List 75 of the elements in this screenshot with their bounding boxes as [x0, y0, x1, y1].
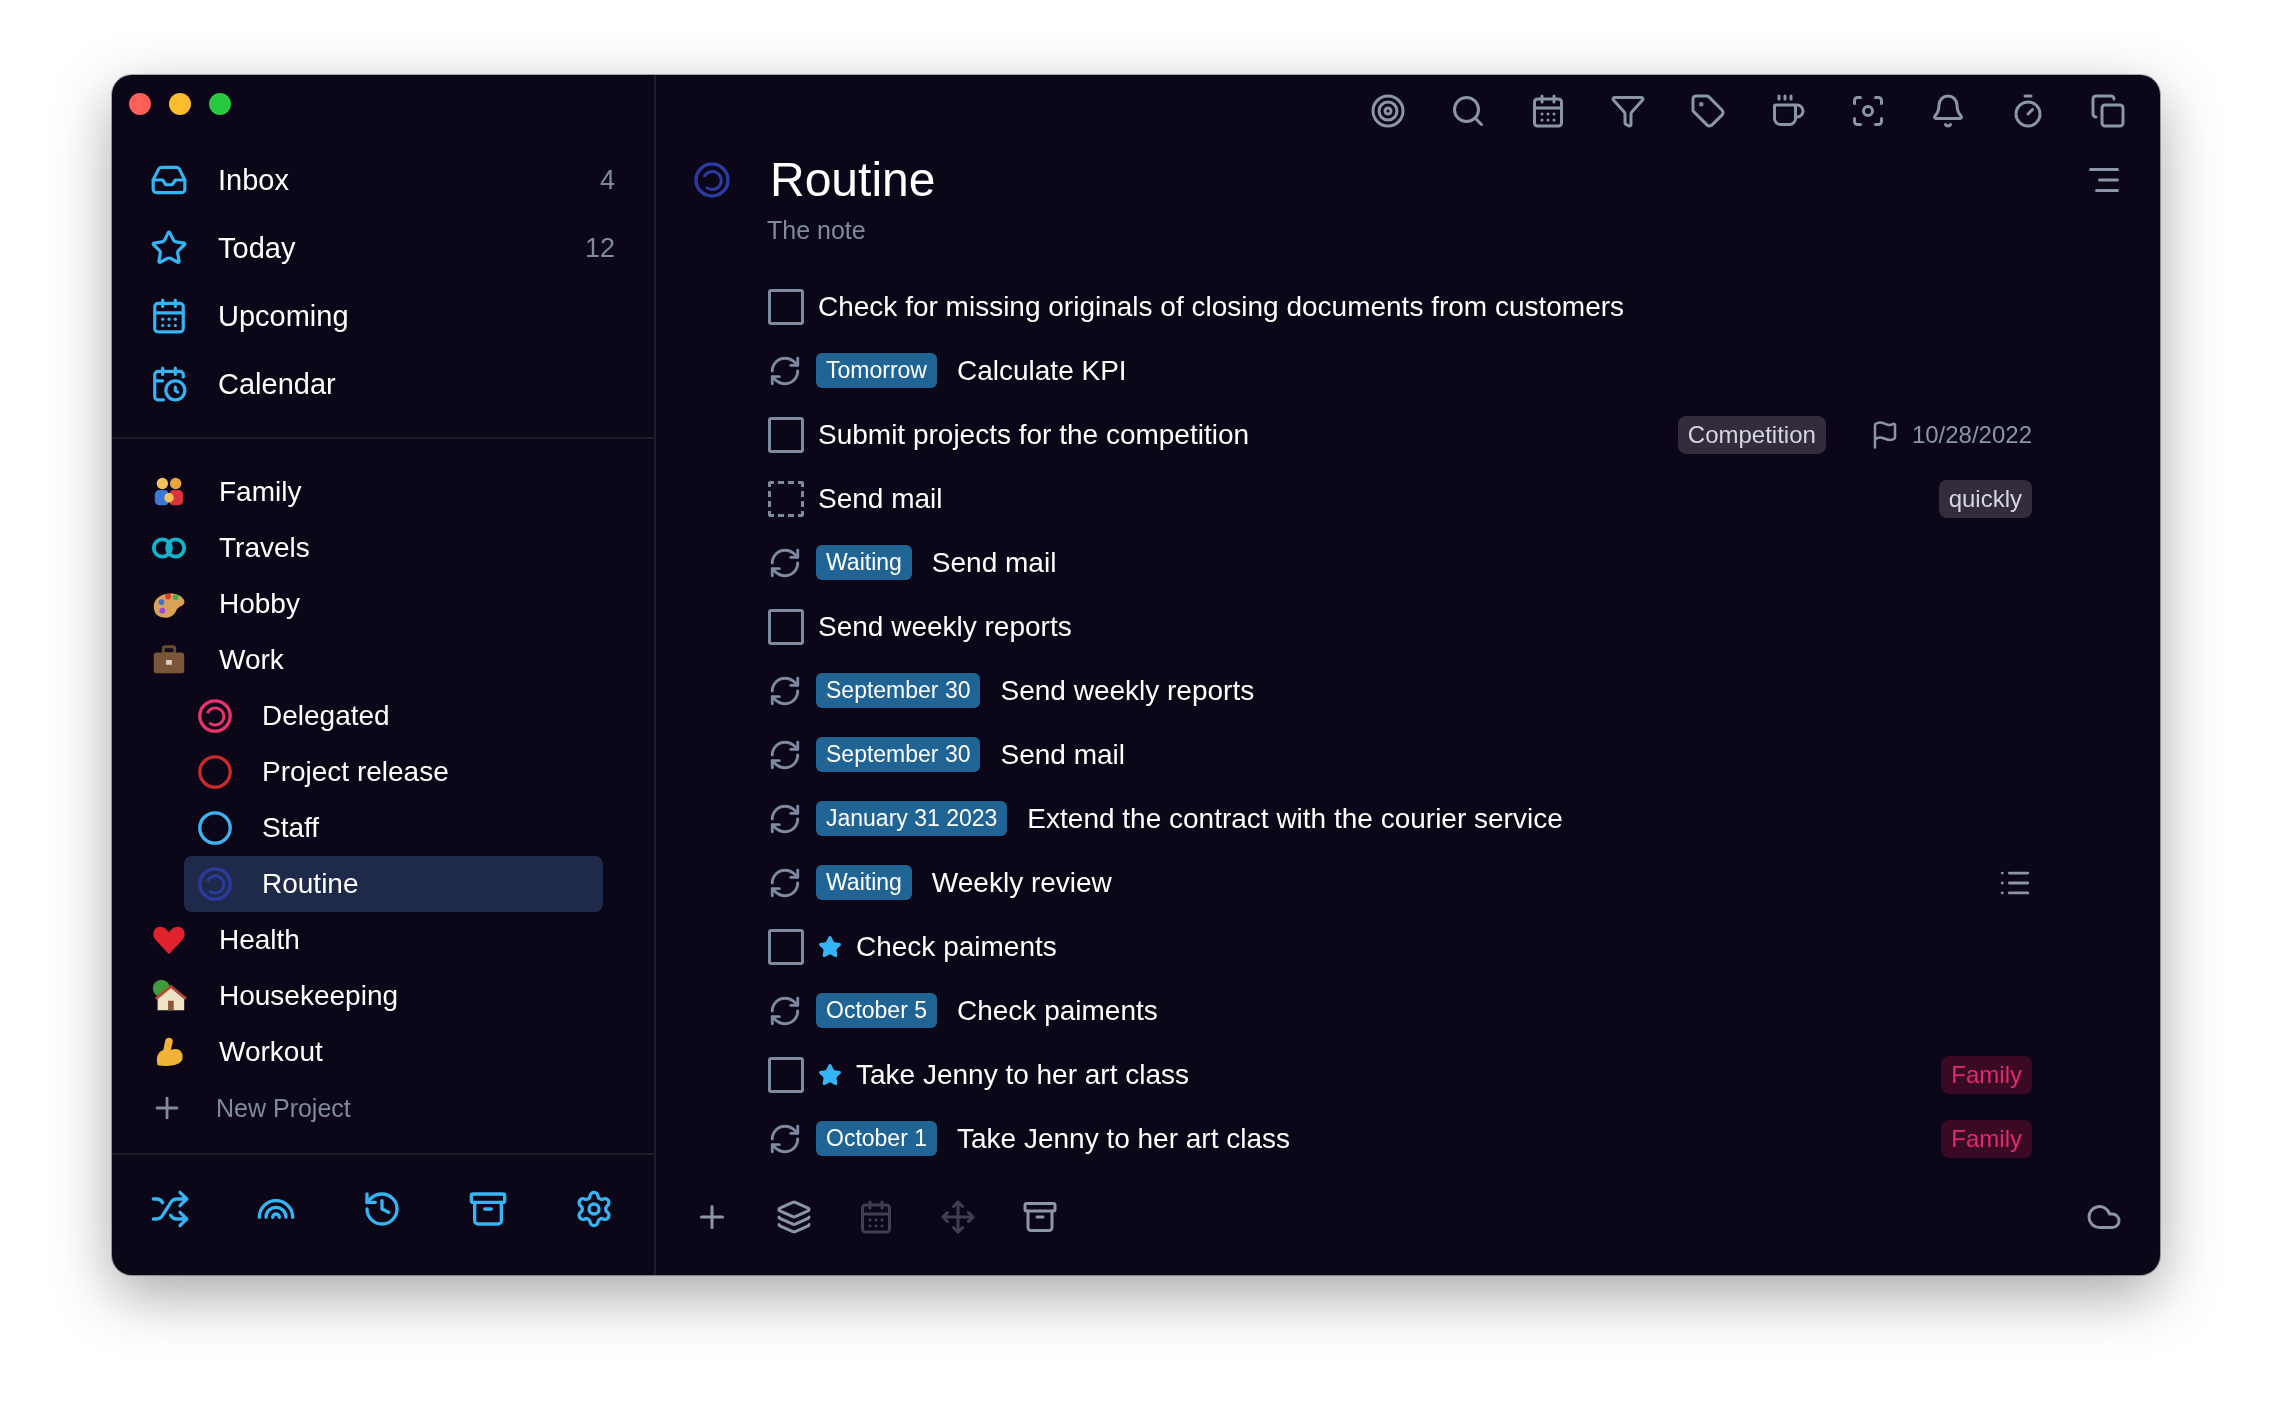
subproject-item[interactable]: Routine [184, 856, 603, 912]
calendar-clock-icon [150, 365, 188, 403]
project-note: The note [766, 214, 867, 246]
task-title[interactable]: Check paiments [957, 994, 1158, 1027]
task-title[interactable]: Send mail [818, 482, 943, 515]
date-badge: September 30 [816, 737, 981, 773]
nav-label: Today [218, 231, 297, 265]
subproject-item[interactable]: Delegated [184, 688, 603, 744]
project-item[interactable]: Travels [112, 520, 654, 576]
bell-icon[interactable] [1930, 93, 1966, 130]
project-item[interactable]: Workout [112, 1024, 654, 1080]
nav-label: Upcoming [218, 299, 350, 333]
nav-item[interactable]: Today 12 [112, 214, 654, 282]
item-count: 4 [599, 164, 615, 196]
star-icon [150, 229, 188, 267]
task-title[interactable]: Take Jenny to her art class [957, 1122, 1291, 1155]
project-item[interactable]: Housekeeping [112, 968, 654, 1024]
tag-chip[interactable]: Family [1941, 1055, 2032, 1094]
layers-icon[interactable] [776, 1198, 812, 1235]
minimize-button[interactable] [169, 93, 191, 115]
date-badge: Waiting [816, 865, 912, 901]
project-title: Routine [770, 152, 937, 207]
task-checkbox[interactable] [768, 288, 804, 325]
calendar-grid-icon [150, 297, 188, 335]
task-checkbox[interactable] [768, 608, 804, 645]
task-checkbox[interactable] [768, 928, 804, 965]
calendar-icon[interactable] [1530, 93, 1566, 130]
project-item[interactable]: Work [112, 632, 654, 688]
copy-icon[interactable] [2090, 93, 2126, 130]
task-checkbox[interactable] [768, 480, 804, 517]
date-badge: Tomorrow [816, 353, 937, 389]
date-badge: October 1 [816, 1121, 937, 1157]
task-title[interactable]: Submit projects for the competition [818, 418, 1250, 451]
date-badge: Waiting [816, 545, 912, 581]
date-badge: October 5 [816, 993, 937, 1029]
task-title[interactable]: Check paiments [856, 930, 1057, 963]
nav-item[interactable]: Upcoming [112, 282, 654, 350]
task-checkbox[interactable] [768, 1056, 804, 1093]
nav-item[interactable]: Inbox 4 [112, 146, 654, 214]
task-title[interactable]: Check for missing originals of closing documents from customers [818, 290, 1625, 323]
task-title[interactable]: Calculate KPI [956, 354, 1127, 387]
filter-icon[interactable] [1610, 93, 1646, 130]
project-item[interactable]: Health [112, 912, 654, 968]
subproject-item[interactable]: Staff [184, 800, 603, 856]
tag-icon[interactable] [1690, 93, 1726, 130]
task-title[interactable]: Weekly review [931, 866, 1112, 899]
nav-item[interactable]: Calendar [112, 350, 654, 418]
history-icon[interactable] [362, 1189, 402, 1229]
date-badge: January 31 2023 [816, 801, 1008, 837]
task-title[interactable]: Send weekly reports [818, 610, 1072, 643]
project-item[interactable]: Family [112, 464, 654, 520]
task-title[interactable]: Send mail [931, 546, 1057, 579]
task-title[interactable]: Send weekly reports [1000, 674, 1255, 707]
date-badge: September 30 [816, 673, 981, 709]
subproject-item[interactable]: Project release [184, 744, 603, 800]
shuffle-icon[interactable] [150, 1189, 190, 1229]
target-icon[interactable] [1370, 93, 1406, 130]
nav-label: Inbox [218, 163, 290, 197]
task-title[interactable]: Take Jenny to her art class [856, 1058, 1190, 1091]
nav-label: Calendar [218, 367, 337, 401]
tag-chip[interactable]: Competition [1677, 415, 1826, 454]
deadline-date: 10/28/2022 [1911, 420, 2032, 449]
archive-icon[interactable] [468, 1189, 508, 1229]
settings-icon[interactable] [574, 1189, 614, 1229]
ring-icon [692, 159, 732, 200]
tag-chip[interactable]: Family [1941, 1119, 2032, 1158]
task-checkbox[interactable] [768, 416, 804, 453]
tag-chip[interactable]: quickly [1938, 479, 2032, 518]
item-count: 12 [584, 232, 615, 264]
new-project-button[interactable]: New Project [112, 1080, 654, 1136]
project-item[interactable]: Hobby [112, 576, 654, 632]
zoom-button[interactable] [209, 93, 231, 115]
close-button[interactable] [129, 93, 151, 115]
task-title[interactable]: Send mail [1000, 738, 1125, 771]
task-title[interactable]: Extend the contract with the courier service [1027, 802, 1563, 835]
